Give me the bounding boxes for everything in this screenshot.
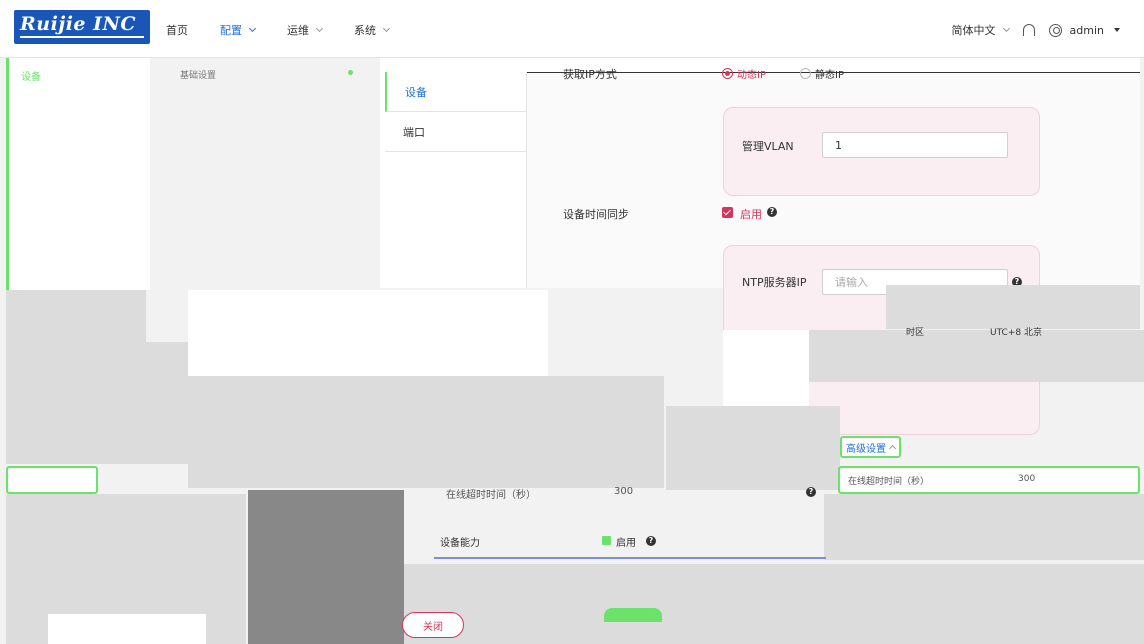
chevron-down-icon: [248, 24, 257, 33]
header-tools: 简体中文 admin: [952, 22, 1120, 38]
chevron-down-icon: [1002, 24, 1010, 33]
brand-logo[interactable]: Ruijie INC: [14, 10, 150, 44]
capability-enable-label: 启用: [616, 538, 636, 549]
overlay-block: [886, 285, 1140, 329]
nav-item-home[interactable]: 首页: [166, 22, 188, 38]
overlay-block: [6, 290, 146, 342]
save-button[interactable]: [604, 608, 662, 622]
timezone-label: 时区: [906, 328, 925, 338]
nav-item-config[interactable]: 配置: [220, 22, 257, 38]
nav-label: 配置: [220, 24, 242, 37]
language-selector[interactable]: 简体中文: [951, 22, 1010, 38]
chevron-up-icon: [888, 444, 897, 453]
overlay-block: [809, 330, 1144, 382]
advanced-label: 高级设置: [846, 443, 886, 455]
timeout-label: 在线超时时间（秒）: [446, 490, 536, 501]
close-button-label: 关闭: [423, 621, 443, 633]
caret-down-icon: [1114, 28, 1120, 32]
overlay-block: [248, 490, 404, 644]
main-nav: 首页 配置 运维 系统: [166, 22, 391, 38]
capability-checkbox[interactable]: [602, 536, 611, 545]
top-bar: Ruijie INC 首页 配置 运维 系统 简体中文 admin: [0, 0, 1144, 58]
time-sync-enable-label: 启用: [740, 208, 762, 221]
radio-static-ip[interactable]: 静态IP: [800, 66, 844, 81]
ntp-label: NTP服务器IP: [742, 276, 807, 289]
radio-dynamic-ip[interactable]: 动态IP: [722, 66, 766, 81]
help-icon[interactable]: ?: [806, 487, 816, 497]
status-dot: [348, 70, 353, 75]
tab-device[interactable]: 设备: [385, 72, 526, 112]
nav-label: 系统: [354, 24, 376, 37]
nav-item-ops[interactable]: 运维: [287, 22, 324, 38]
time-sync-label: 设备时间同步: [563, 208, 629, 221]
radio-selected-icon: [722, 68, 733, 79]
tab-label: 设备: [405, 85, 427, 99]
highlight-box: 在线超时时间（秒） 300: [838, 466, 1140, 494]
tab-port[interactable]: 端口: [385, 112, 526, 152]
tab-label: 端口: [403, 125, 425, 139]
timeout-label-dup: 在线超时时间（秒）: [848, 477, 930, 487]
radio-label: 静态IP: [815, 70, 844, 81]
tab-column: 设备 端口: [385, 72, 527, 288]
close-button[interactable]: 关闭: [402, 612, 464, 638]
overlay-block: [6, 342, 188, 464]
nav-label: 首页: [166, 24, 188, 37]
radio-unselected-icon: [800, 68, 811, 79]
help-icon[interactable]: ?: [767, 207, 777, 217]
sidebar-sub-item[interactable]: 基础设置: [180, 68, 216, 81]
nav-item-system[interactable]: 系统: [354, 22, 391, 38]
headset-icon[interactable]: [1022, 24, 1035, 36]
overlay-block: [404, 564, 1144, 644]
nav-label: 运维: [287, 24, 309, 37]
overlay-block: [48, 614, 206, 644]
timezone-value: UTC+8 北京: [990, 328, 1042, 338]
overlay-block: [824, 494, 1144, 560]
advanced-settings-toggle[interactable]: 高级设置: [840, 436, 901, 458]
ip-mode-label: 获取IP方式: [563, 68, 617, 81]
vlan-card: 管理VLAN: [723, 107, 1040, 196]
divider-line: [434, 557, 826, 559]
overlay-block: [723, 330, 809, 408]
time-sync-checkbox[interactable]: [722, 207, 733, 218]
logo-text: Ruijie INC: [20, 13, 136, 35]
highlight-box: [6, 466, 98, 494]
timeout-value-dup: 300: [1018, 474, 1036, 484]
chevron-down-icon: [382, 24, 391, 33]
vlan-input[interactable]: [822, 132, 1008, 158]
user-menu[interactable]: admin: [1048, 23, 1120, 37]
sidebar: 设备: [6, 58, 150, 290]
sidebar-item-device[interactable]: 设备: [21, 68, 41, 83]
overlay-block: [666, 406, 840, 490]
user-name: admin: [1069, 23, 1104, 37]
chevron-down-icon: [315, 24, 324, 33]
capability-label: 设备能力: [440, 538, 480, 549]
language-label: 简体中文: [951, 24, 996, 37]
user-icon: [1048, 23, 1062, 37]
overlay-block: [188, 290, 548, 376]
overlay-block: [188, 376, 664, 488]
vlan-label: 管理VLAN: [742, 140, 794, 153]
logo-underline: [20, 36, 144, 38]
help-icon[interactable]: ?: [646, 536, 656, 546]
timeout-value: 300: [614, 486, 634, 497]
radio-label: 动态IP: [737, 70, 766, 81]
